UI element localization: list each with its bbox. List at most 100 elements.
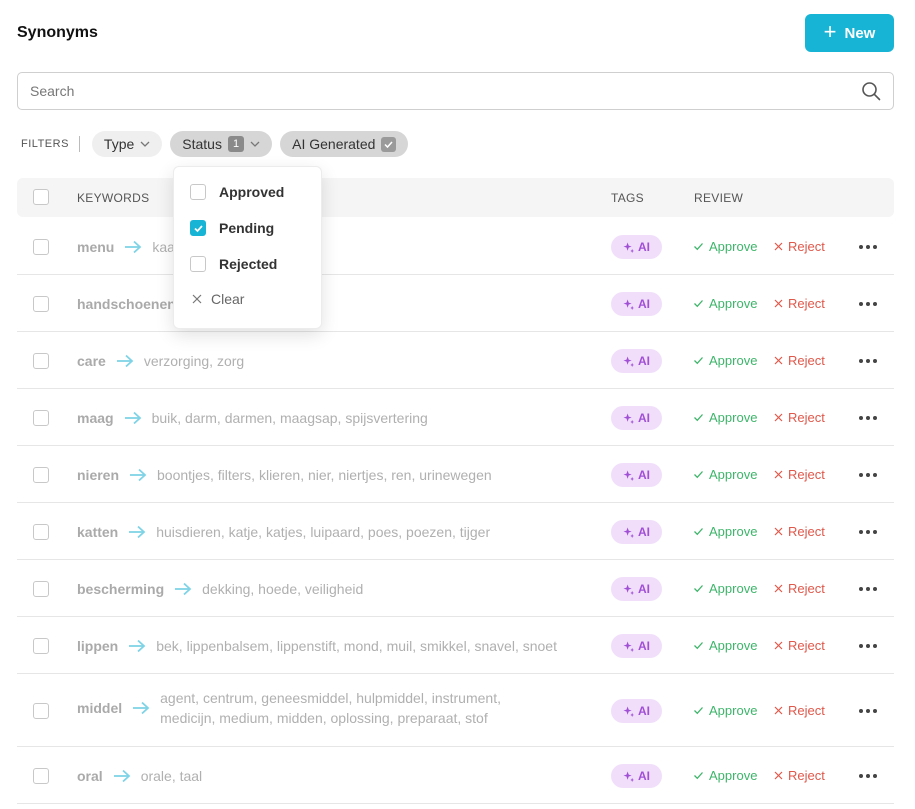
reject-button[interactable]: Reject [774,410,825,425]
row-checkbox[interactable] [33,638,49,654]
row-checkbox[interactable] [33,768,49,784]
status-option-rejected[interactable]: Rejected [190,256,277,272]
ai-generated-filter-chip[interactable]: AI Generated [280,131,409,157]
ai-tag: AI [611,577,662,601]
close-icon [774,706,783,715]
reject-button[interactable]: Reject [774,353,825,368]
ai-tag: AI [611,349,662,373]
tag-label: AI [638,411,650,425]
table-row: care verzorging, zorg AI Approve Reject [17,332,894,389]
approve-button[interactable]: Approve [693,410,757,425]
keyword: middel [77,700,123,716]
filters-label: FILTERS [21,138,69,150]
tag-label: AI [638,525,650,539]
approve-button[interactable]: Approve [693,353,757,368]
row-checkbox[interactable] [33,581,49,597]
close-icon [774,641,783,650]
chevron-down-icon [140,141,150,147]
more-options-icon[interactable] [859,415,877,421]
row-checkbox[interactable] [33,296,49,312]
sparkle-icon [623,298,634,310]
reject-button[interactable]: Reject [774,581,825,596]
new-button[interactable]: + New [805,14,894,52]
reject-button[interactable]: Reject [774,703,825,718]
row-checkbox[interactable] [33,703,49,719]
keyword-cell: menu kaart [77,237,183,257]
status-option-approved[interactable]: Approved [190,184,284,200]
keyword-cell: middel agent, centrum, geneesmiddel, hul… [77,688,547,728]
more-options-icon[interactable] [859,773,877,779]
keyword: maag [77,410,114,426]
pending-checkbox[interactable] [190,220,206,236]
more-options-icon[interactable] [859,529,877,535]
approve-button[interactable]: Approve [693,239,757,254]
more-options-icon[interactable] [859,708,877,714]
status-count-badge: 1 [227,136,245,152]
approve-button[interactable]: Approve [693,703,757,718]
approve-button[interactable]: Approve [693,638,757,653]
reject-button[interactable]: Reject [774,638,825,653]
more-options-icon[interactable] [859,244,877,250]
reject-button[interactable]: Reject [774,296,825,311]
keyword: bescherming [77,581,165,597]
close-icon [192,294,202,304]
keyword: oral [77,768,103,784]
reject-button[interactable]: Reject [774,524,825,539]
tag-label: AI [638,468,650,482]
reject-button[interactable]: Reject [774,467,825,482]
table-row: middel agent, centrum, geneesmiddel, hul… [17,674,894,747]
select-all-checkbox[interactable] [33,189,49,205]
arrow-right-icon [130,468,147,482]
ai-tag: AI [611,520,662,544]
approve-button[interactable]: Approve [693,581,757,596]
rejected-checkbox[interactable] [190,256,206,272]
approve-label: Approve [709,296,758,311]
more-options-icon[interactable] [859,358,877,364]
row-checkbox[interactable] [33,239,49,255]
reject-button[interactable]: Reject [774,768,825,783]
tag-label: AI [638,769,650,783]
search-icon[interactable] [861,81,881,101]
keyword-cell: maag buik, darm, darmen, maagsap, spijsv… [77,408,428,428]
search-box[interactable] [17,72,894,110]
sparkle-icon [623,355,634,367]
tag-label: AI [638,354,650,368]
approve-button[interactable]: Approve [693,768,757,783]
table-row: lippen bek, lippenbalsem, lippenstift, m… [17,617,894,674]
status-option-label: Rejected [219,256,278,272]
arrow-right-icon [113,769,131,783]
check-icon [694,772,703,780]
chevron-down-icon [250,141,260,147]
approve-button[interactable]: Approve [693,296,757,311]
clear-filter-button[interactable]: Clear [192,291,244,307]
row-checkbox[interactable] [33,467,49,483]
close-icon [774,771,783,780]
type-filter-chip[interactable]: Type [91,131,163,157]
status-filter-chip[interactable]: Status 1 [170,131,273,157]
approve-label: Approve [709,353,758,368]
sparkle-icon [623,526,634,538]
row-checkbox[interactable] [33,524,49,540]
synonyms-list: boontjes, filters, klieren, nier, niertj… [157,467,492,483]
reject-label: Reject [788,353,825,368]
status-option-pending[interactable]: Pending [190,220,274,236]
more-options-icon[interactable] [859,586,877,592]
approve-label: Approve [709,524,758,539]
search-input[interactable] [30,83,861,99]
arrow-right-icon [129,525,146,539]
approve-button[interactable]: Approve [693,467,757,482]
reject-label: Reject [788,296,825,311]
approve-button[interactable]: Approve [693,524,757,539]
more-options-icon[interactable] [859,472,877,478]
approved-checkbox[interactable] [190,184,206,200]
check-icon [694,300,703,308]
row-checkbox[interactable] [33,410,49,426]
row-checkbox[interactable] [33,353,49,369]
more-options-icon[interactable] [859,301,877,307]
tag-label: AI [638,297,650,311]
approve-label: Approve [709,239,758,254]
table-row: nieren boontjes, filters, klieren, nier,… [17,446,894,503]
reject-button[interactable]: Reject [774,239,825,254]
synonyms-list: verzorging, zorg [143,353,245,369]
more-options-icon[interactable] [859,643,877,649]
